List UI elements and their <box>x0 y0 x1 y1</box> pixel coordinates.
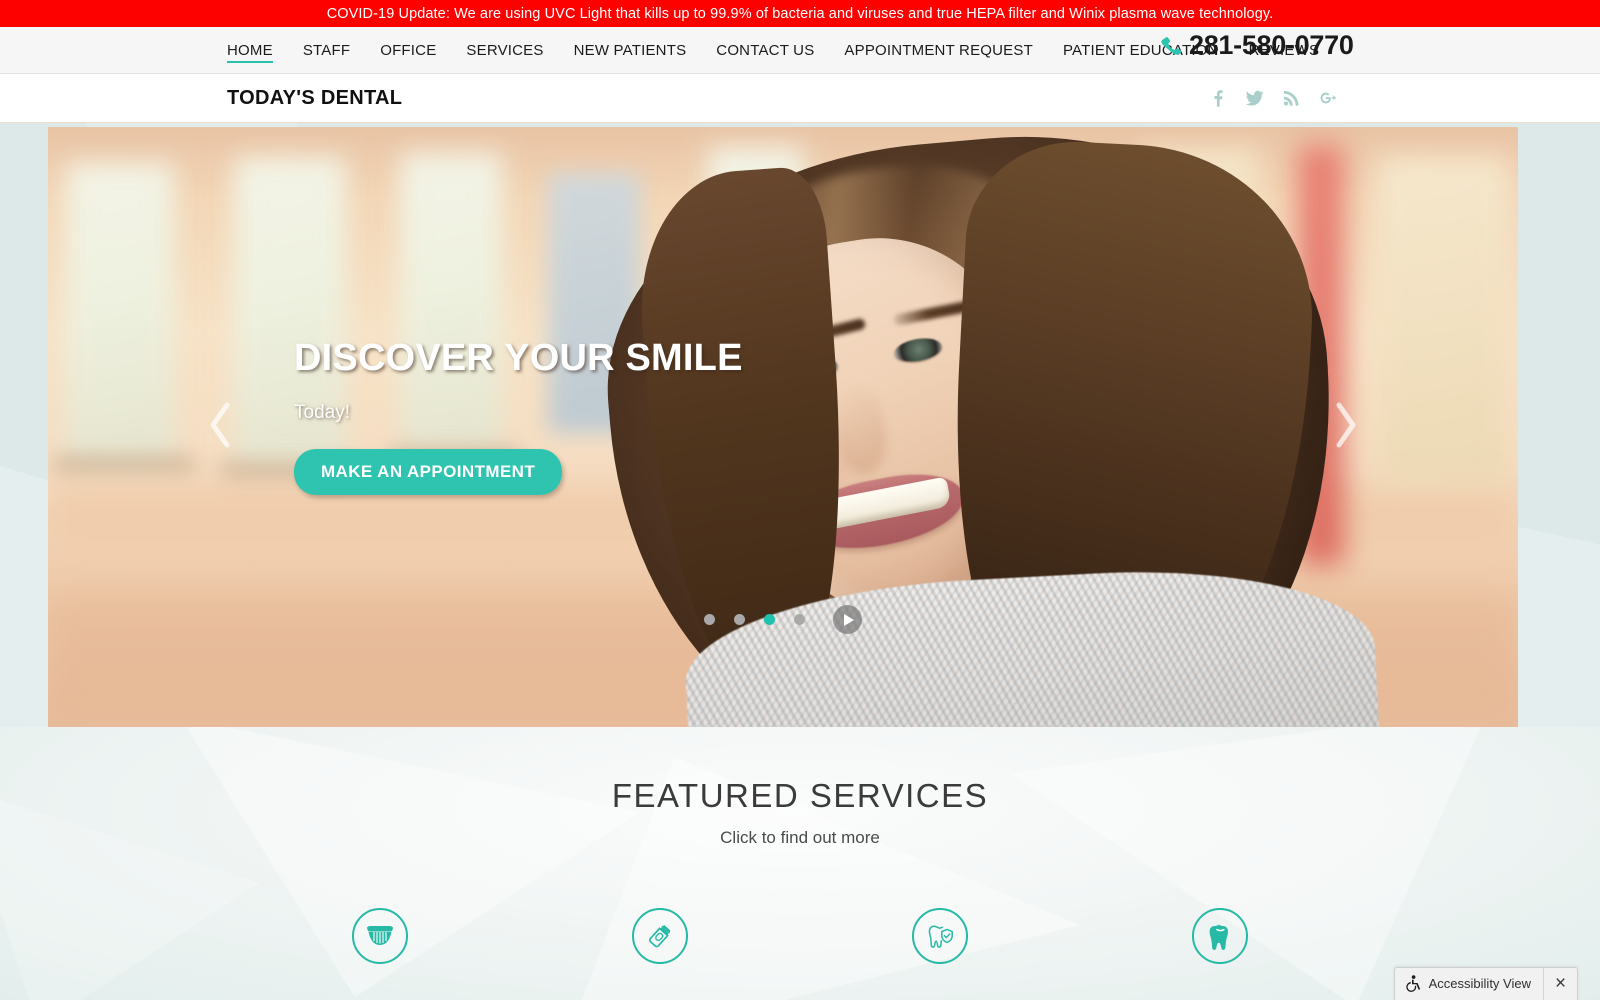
service-icon-row <box>0 908 1600 964</box>
nav-item-appointment-request[interactable]: APPOINTMENT REQUEST <box>829 27 1048 74</box>
hero-copy: DISCOVER YOUR SMILE Today! MAKE AN APPOI… <box>294 337 743 495</box>
tooth-icon <box>1209 924 1228 950</box>
covid-banner-text: COVID-19 Update: We are using UVC Light … <box>326 5 1274 22</box>
service-item-dental-arch[interactable] <box>352 908 408 964</box>
main-navigation: HOME STAFF OFFICE SERVICES NEW PATIENTS … <box>0 27 1600 74</box>
section-facet <box>0 787 260 1000</box>
dental-arch-icon <box>367 926 393 945</box>
nav-item-list: HOME STAFF OFFICE SERVICES NEW PATIENTS … <box>0 27 1334 74</box>
featured-services-section: FEATURED SERVICES Click to find out more <box>0 727 1600 1000</box>
phone-number[interactable]: 281-580-0770 <box>1189 30 1354 61</box>
site-header: TODAY'S DENTAL <box>0 74 1600 123</box>
carousel-dot-2[interactable] <box>734 614 745 625</box>
accessibility-widget: Accessibility View × <box>1393 967 1578 1000</box>
twitter-icon[interactable] <box>1245 87 1264 109</box>
play-icon[interactable] <box>833 605 862 634</box>
social-links <box>1208 87 1600 109</box>
phone-icon <box>1161 36 1182 55</box>
hero-title: DISCOVER YOUR SMILE <box>294 337 743 379</box>
wheelchair-icon <box>1405 975 1420 992</box>
service-item-toothpaste[interactable] <box>632 908 688 964</box>
accessibility-view-button[interactable]: Accessibility View <box>1395 968 1543 1000</box>
service-item-general-dentistry[interactable] <box>1192 908 1248 964</box>
nav-item-new-patients[interactable]: NEW PATIENTS <box>559 27 702 74</box>
nav-item-staff[interactable]: STAFF <box>288 27 365 74</box>
hero-image <box>48 127 1518 727</box>
carousel-dot-1[interactable] <box>704 614 715 625</box>
toothpaste-tube-icon <box>648 925 671 948</box>
tooth-shield-check-icon <box>928 924 953 948</box>
chevron-left-icon[interactable] <box>203 399 237 451</box>
covid-announcement-banner: COVID-19 Update: We are using UVC Light … <box>0 0 1600 27</box>
rss-icon[interactable] <box>1282 87 1301 109</box>
service-item-tooth-protection[interactable] <box>912 908 968 964</box>
carousel-dot-4[interactable] <box>794 614 805 625</box>
phone-cta[interactable]: 281-580-0770 <box>1160 30 1354 61</box>
close-icon[interactable]: × <box>1543 968 1577 1000</box>
nav-item-home[interactable]: HOME <box>212 27 288 74</box>
chevron-right-icon[interactable] <box>1329 399 1363 451</box>
featured-services-subtitle: Click to find out more <box>720 828 880 847</box>
carousel-pagination <box>48 605 1518 634</box>
facebook-icon[interactable] <box>1208 87 1227 109</box>
make-appointment-button[interactable]: MAKE AN APPOINTMENT <box>294 449 563 495</box>
featured-services-title: FEATURED SERVICES <box>611 777 989 814</box>
site-logo[interactable]: TODAY'S DENTAL <box>0 87 402 110</box>
nav-item-services[interactable]: SERVICES <box>451 27 558 74</box>
hero-subtitle: Today! <box>294 402 350 423</box>
accessibility-view-label: Accessibility View <box>1428 976 1531 991</box>
carousel-dot-3[interactable] <box>764 614 775 625</box>
nav-item-office[interactable]: OFFICE <box>365 27 451 74</box>
hero-carousel[interactable]: DISCOVER YOUR SMILE Today! MAKE AN APPOI… <box>48 127 1518 727</box>
nav-item-contact-us[interactable]: CONTACT US <box>701 27 829 74</box>
googleplus-icon[interactable] <box>1319 87 1338 109</box>
